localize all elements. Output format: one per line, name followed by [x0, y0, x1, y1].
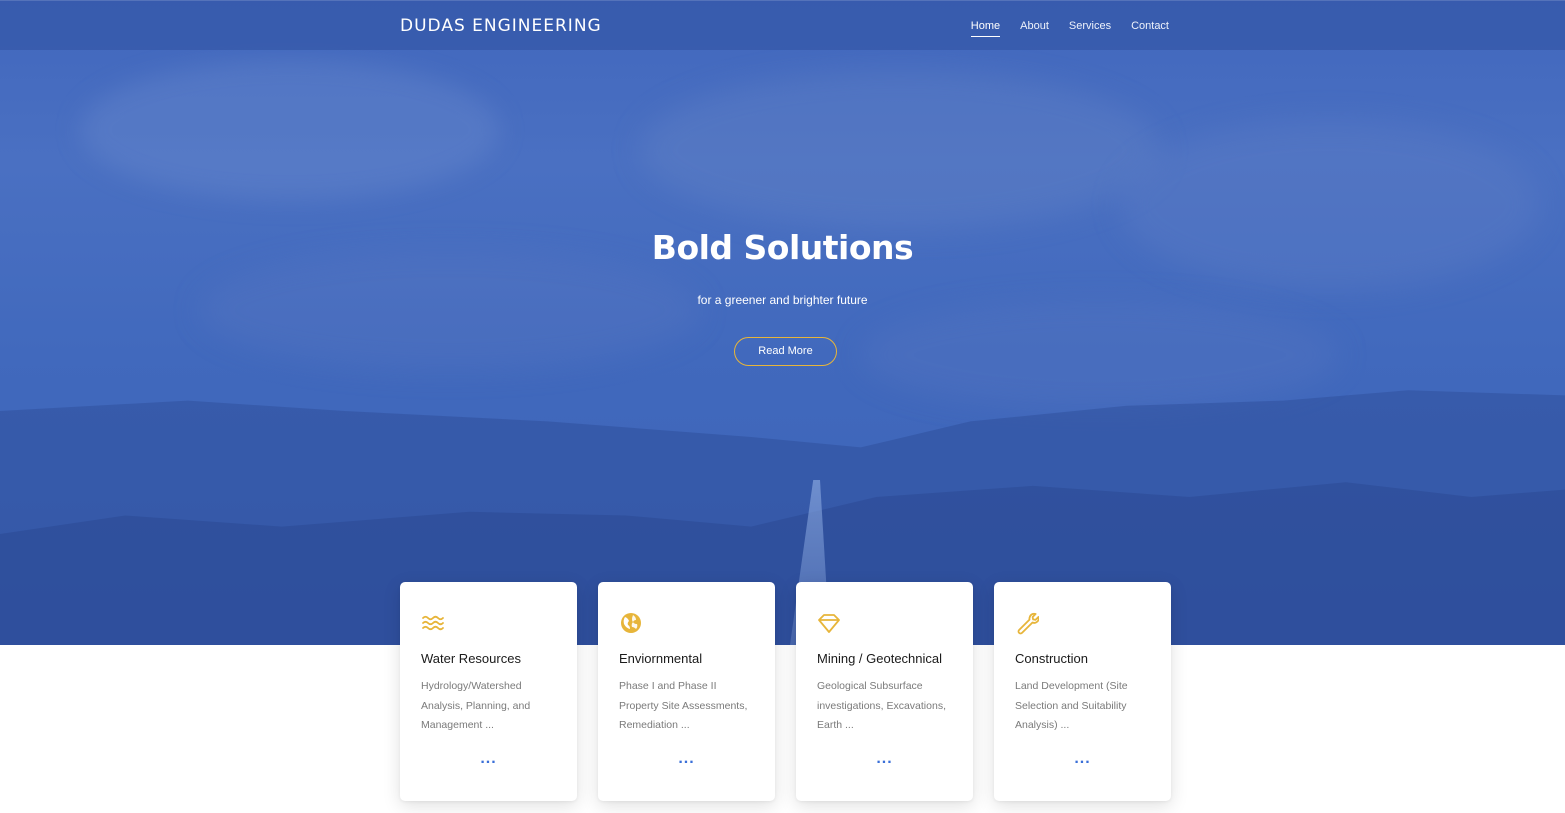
globe-icon	[621, 613, 641, 633]
service-card-description: Geological Subsurface investigations, Ex…	[817, 680, 946, 731]
service-card-title: Construction	[1015, 651, 1088, 666]
hero-subtitle: for a greener and brighter future	[697, 293, 868, 307]
nav-item-home[interactable]: Home	[970, 20, 1001, 37]
service-card-description: Land Development (Site Selection and Sui…	[1015, 680, 1128, 731]
nav-item-contact[interactable]: Contact	[1131, 20, 1169, 37]
wrench-icon	[1017, 612, 1039, 635]
service-card-mining[interactable]: Mining / Geotechnical Geological Subsurf…	[796, 582, 973, 801]
service-card-water[interactable]: Water Resources Hydrology/Watershed Anal…	[400, 582, 577, 801]
nav-menu: Home About Services Contact	[970, 20, 1169, 37]
nav-item-services[interactable]: Services	[1069, 20, 1111, 37]
service-card-environmental[interactable]: Enviornmental Phase I and Phase II Prope…	[598, 582, 775, 801]
read-more-button[interactable]: Read More	[734, 337, 837, 366]
hero-cloud	[200, 250, 700, 370]
more-dots-button[interactable]: ...	[796, 750, 973, 768]
hero-cloud	[80, 60, 500, 200]
more-dots-button[interactable]: ...	[400, 750, 577, 768]
hero-section: Bold Solutions for a greener and brighte…	[0, 0, 1565, 645]
service-card-title: Water Resources	[421, 651, 521, 666]
service-card-construction[interactable]: Construction Land Development (Site Sele…	[994, 582, 1171, 801]
diamond-icon	[818, 614, 840, 633]
waves-icon	[422, 615, 444, 631]
hero-cloud	[640, 70, 1160, 230]
service-card-description: Phase I and Phase II Property Site Asses…	[619, 680, 748, 731]
navbar: DUDAS ENGINEERING Home About Services Co…	[0, 0, 1565, 50]
service-card-title: Mining / Geotechnical	[817, 651, 943, 666]
brand-logo[interactable]: DUDAS ENGINEERING	[400, 16, 602, 36]
more-dots-button[interactable]: ...	[994, 750, 1171, 768]
service-card-description: Hydrology/Watershed Analysis, Planning, …	[421, 680, 531, 731]
nav-item-about[interactable]: About	[1020, 20, 1049, 37]
hero-cloud	[860, 300, 1340, 410]
service-card-title: Enviornmental	[619, 651, 703, 666]
more-dots-button[interactable]: ...	[598, 750, 775, 768]
hero-title: Bold Solutions	[651, 228, 914, 267]
